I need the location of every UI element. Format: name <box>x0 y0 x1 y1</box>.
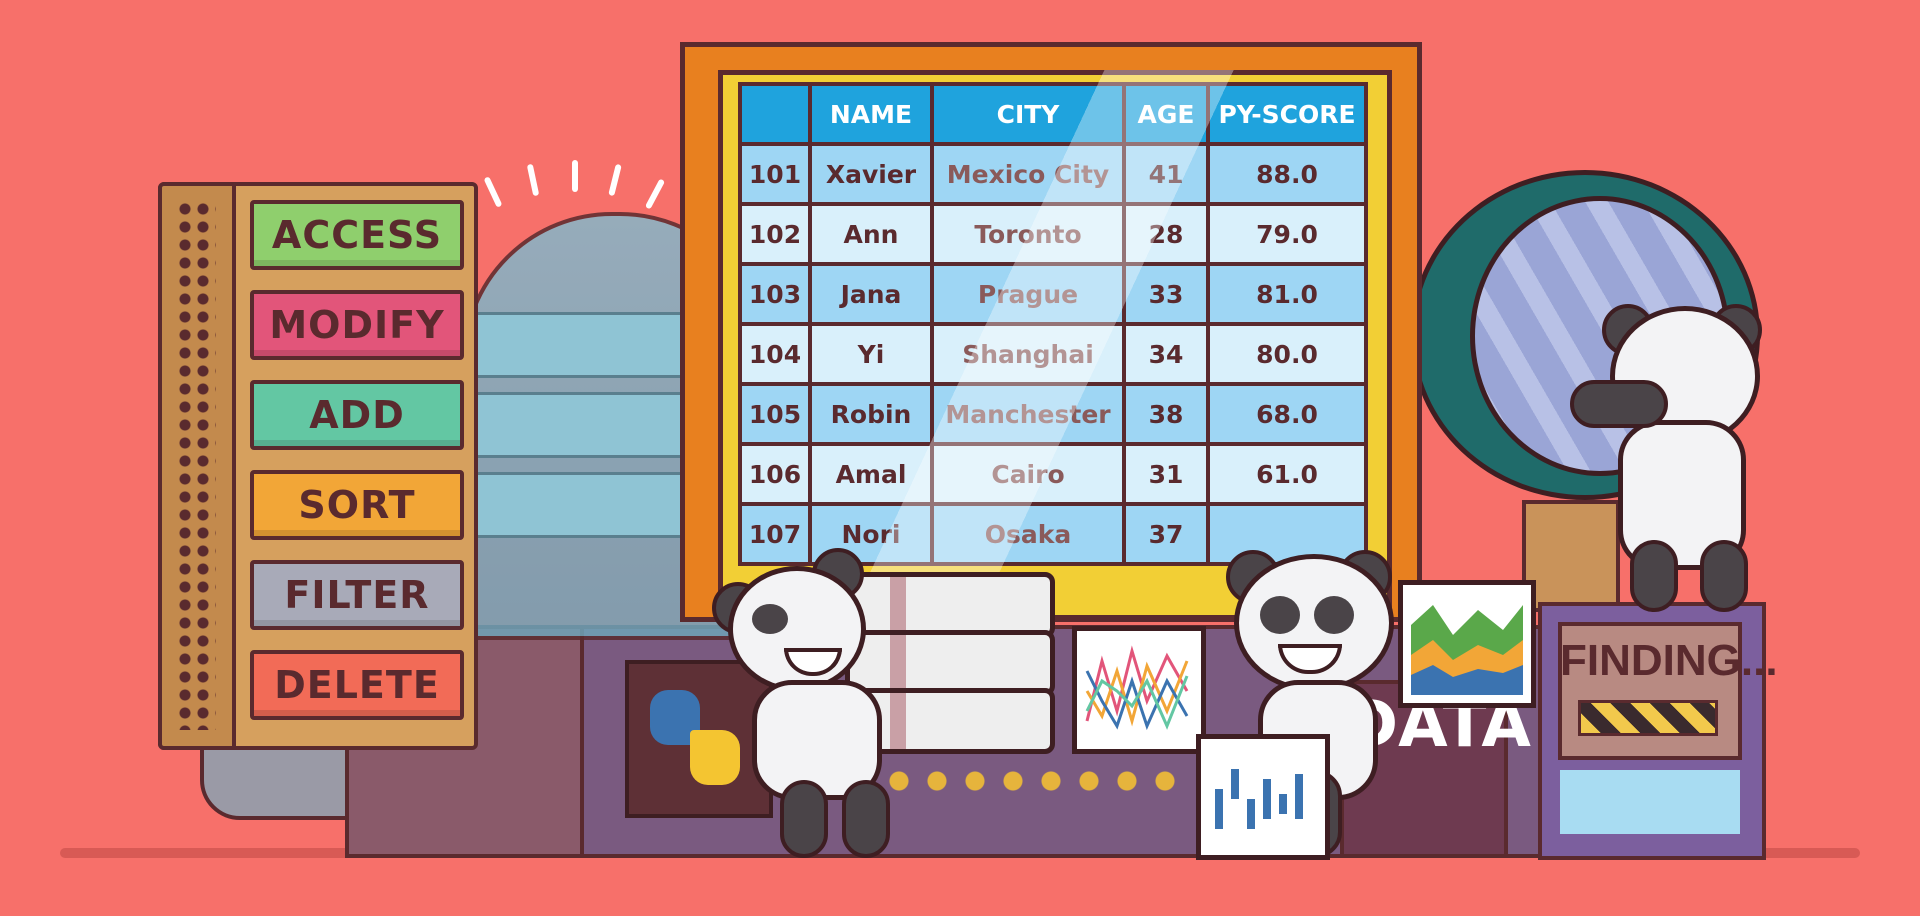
table-cell <box>1206 502 1368 566</box>
panda-eye <box>1260 596 1300 634</box>
magnifier-handle <box>1522 500 1620 612</box>
sparkle-line <box>644 178 666 210</box>
table-cell: 41 <box>1122 142 1210 206</box>
table-cell: 81.0 <box>1206 262 1368 326</box>
panda-eye <box>752 604 788 634</box>
table-cell: 79.0 <box>1206 202 1368 266</box>
column-header <box>738 82 812 146</box>
table-cell: 102 <box>738 202 812 266</box>
table-cell: 33 <box>1122 262 1210 326</box>
panda-leg <box>780 780 828 858</box>
column-header: PY-SCORE <box>1206 82 1368 146</box>
panda-head <box>728 566 866 692</box>
table-cell: 68.0 <box>1206 382 1368 446</box>
table-cell: Manchester <box>930 382 1126 446</box>
menu-button-filter[interactable]: FILTER <box>250 560 464 630</box>
column-header: AGE <box>1122 82 1210 146</box>
table-cell: 37 <box>1122 502 1210 566</box>
area-chart-icon <box>1411 605 1523 695</box>
panda-leg <box>842 780 890 858</box>
table-row: 103 Jana Prague 33 81.0 <box>738 262 1368 326</box>
table-cell: 101 <box>738 142 812 206</box>
menu-button-access[interactable]: ACCESS <box>250 200 464 270</box>
bar-chart-card <box>1196 734 1330 860</box>
sparkle-line <box>526 163 540 197</box>
menu-button-add[interactable]: ADD <box>250 380 464 450</box>
menu-button-sort[interactable]: SORT <box>250 470 464 540</box>
menu-button-delete[interactable]: DELETE <box>250 650 464 720</box>
table-cell: Osaka <box>930 502 1126 566</box>
panda-arm <box>1570 380 1668 428</box>
table-cell: Xavier <box>808 142 934 206</box>
table-row: 105 Robin Manchester 38 68.0 <box>738 382 1368 446</box>
line-chart-card <box>1072 626 1206 754</box>
panda-eye <box>1314 596 1354 634</box>
bar-chart-icon <box>1215 769 1303 829</box>
table-row: 106 Amal Cairo 31 61.0 <box>738 442 1368 506</box>
table-row: 101 Xavier Mexico City 41 88.0 <box>738 142 1368 206</box>
table-cell: Yi <box>808 322 934 386</box>
table-cell: 104 <box>738 322 812 386</box>
table-cell: Mexico City <box>930 142 1126 206</box>
table-cell: 38 <box>1122 382 1210 446</box>
data-table: NAME CITY AGE PY-SCORE 101 Xavier Mexico C… <box>738 82 1368 566</box>
table-cell: Shanghai <box>930 322 1126 386</box>
table-cell: 80.0 <box>1206 322 1368 386</box>
table-cell: 34 <box>1122 322 1210 386</box>
table-cell: Jana <box>808 262 934 326</box>
sparkle-line <box>572 160 578 192</box>
panda-leg <box>1700 540 1748 612</box>
panda-leg <box>1630 540 1678 612</box>
menu-button-modify[interactable]: MODIFY <box>250 290 464 360</box>
table-cell: Cairo <box>930 442 1126 506</box>
table-cell: Prague <box>930 262 1126 326</box>
keypad <box>1560 770 1740 834</box>
table-cell: 103 <box>738 262 812 326</box>
finding-label: FINDING... <box>1560 636 1778 685</box>
table-cell: Amal <box>808 442 934 506</box>
table-cell: 61.0 <box>1206 442 1368 506</box>
table-cell: 105 <box>738 382 812 446</box>
sparkle-line <box>608 163 622 197</box>
table-cell: Ann <box>808 202 934 266</box>
panel-dots <box>176 200 216 730</box>
table-cell: Robin <box>808 382 934 446</box>
database-stack-icon <box>845 572 1055 638</box>
table-cell: Toronto <box>930 202 1126 266</box>
column-header: CITY <box>930 82 1126 146</box>
database-disk <box>845 630 1055 696</box>
sparkle-line <box>483 176 503 208</box>
table-row: 102 Ann Toronto 28 79.0 <box>738 202 1368 266</box>
indicator-lights <box>880 770 1180 792</box>
table-cell: 107 <box>738 502 812 566</box>
column-header: NAME <box>808 82 934 146</box>
line-chart-icon <box>1085 645 1189 731</box>
table-cell: 106 <box>738 442 812 506</box>
hazard-stripe <box>1578 700 1718 736</box>
area-chart-card <box>1398 580 1536 708</box>
python-logo-icon-yellow <box>690 730 740 785</box>
table-row: 104 Yi Shanghai 34 80.0 <box>738 322 1368 386</box>
table-cell: 31 <box>1122 442 1210 506</box>
table-cell: 88.0 <box>1206 142 1368 206</box>
table-header-row: NAME CITY AGE PY-SCORE <box>738 82 1368 146</box>
table-cell: 28 <box>1122 202 1210 266</box>
